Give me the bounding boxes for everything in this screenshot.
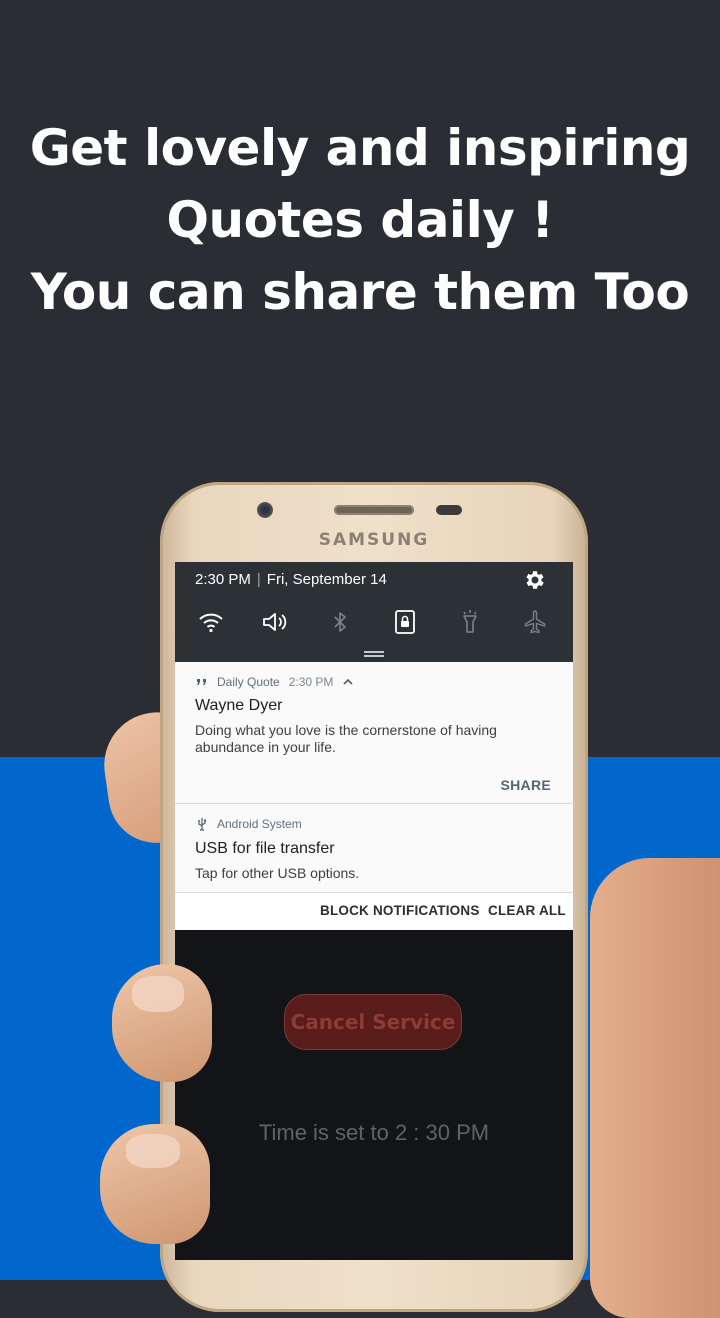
front-camera [257,502,273,518]
notification-title: Wayne Dyer [195,697,283,714]
settings-gear-icon[interactable] [523,568,547,592]
notification-shade: Daily Quote 2:30 PM Wayne Dyer Doing wha… [175,662,573,930]
flashlight-icon[interactable] [456,608,484,636]
fingernail [126,1134,180,1168]
notification-title: USB for file transfer [195,840,335,857]
panel-drag-handle[interactable] [364,651,384,653]
notification-actions-bar: BLOCK NOTIFICATIONS CLEAR ALL [175,893,573,930]
sound-icon[interactable] [261,608,289,636]
notification-body: Doing what you love is the cornerstone o… [195,722,497,755]
status-date: Fri, September 14 [266,571,387,588]
hand-finger [100,1124,210,1244]
notification-header: Android System [195,816,302,832]
promo-headline: Get lovely and inspiring Quotes daily ! … [0,112,720,328]
wifi-icon[interactable] [197,608,225,636]
proximity-sensor [436,505,462,515]
notification-app-name: Daily Quote [217,675,280,689]
share-button[interactable]: SHARE [500,777,551,793]
bluetooth-icon[interactable] [326,608,354,636]
hand-palm [590,858,720,1318]
notification-app-name: Android System [217,817,302,831]
headline-line-3: You can share them Too [30,263,690,321]
usb-icon [198,818,206,831]
notification-daily-quote[interactable]: Daily Quote 2:30 PM Wayne Dyer Doing wha… [175,662,573,804]
block-notifications-button[interactable]: BLOCK NOTIFICATIONS [320,903,480,918]
notification-body: Tap for other USB options. [195,865,360,881]
status-separator: | [256,571,261,588]
chevron-up-icon[interactable] [342,676,354,688]
phone-brand-logo: SAMSUNG [318,530,430,550]
phone-screen: 2:30 PM | Fri, September 14 Daily Quote … [175,562,573,1260]
status-time: 2:30 PM [195,571,251,588]
headline-line-1: Get lovely and inspiring [29,119,691,177]
quick-settings-panel: 2:30 PM | Fri, September 14 [175,562,573,662]
cancel-service-button[interactable]: Cancel Service [284,994,462,1050]
airplane-mode-icon[interactable] [521,608,549,636]
headline-line-2: Quotes daily ! [166,191,554,249]
screen-lock-icon[interactable] [391,608,419,636]
time-set-label: Time is set to 2 : 30 PM [258,1120,490,1145]
fingernail [132,976,184,1012]
quote-icon [197,679,206,685]
earpiece-speaker [334,505,414,515]
notification-header: Daily Quote 2:30 PM [195,674,354,690]
notification-time: 2:30 PM [288,675,334,689]
clear-all-button[interactable]: CLEAR ALL [488,903,566,918]
status-datetime: 2:30 PM | Fri, September 14 [195,571,387,588]
notification-usb[interactable]: Android System USB for file transfer Tap… [175,804,573,893]
hand-finger [112,964,212,1082]
